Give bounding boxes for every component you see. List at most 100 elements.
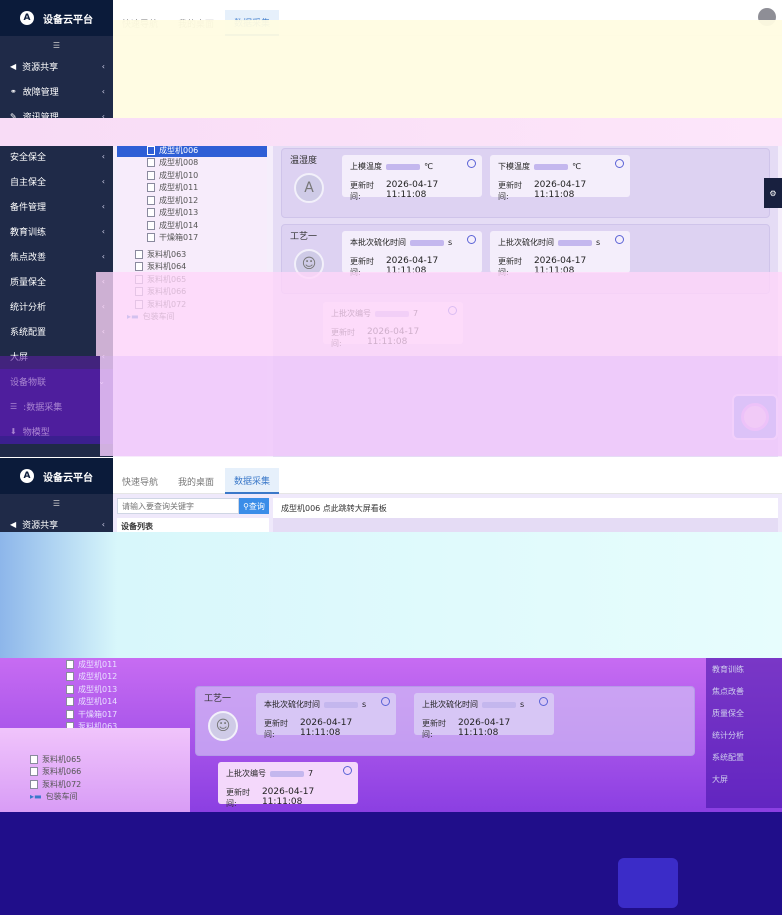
clock-icon	[539, 697, 548, 706]
sidebar-item-fault-management[interactable]: ⚭ 故障管理 ‹	[0, 79, 113, 104]
sidebar-item-label: 故障管理	[10, 546, 47, 556]
tab-quick-nav[interactable]: 快速导航	[113, 468, 167, 494]
dock-item-config[interactable]: 系统配置	[706, 746, 782, 768]
tree-node[interactable]: 成型机010	[117, 169, 267, 182]
file-icon	[66, 709, 74, 719]
tree-folder[interactable]: ▸▬ 包装车间	[117, 311, 267, 324]
tab-my-desktop[interactable]: 我的桌面	[169, 10, 223, 36]
assistant-robot-icon[interactable]	[732, 394, 778, 440]
tree-node[interactable]: 干燥箱017	[66, 708, 117, 721]
clock-icon	[381, 697, 390, 706]
sidebar-item-label: 焦点改善	[10, 253, 47, 263]
sidebar-item-fault-management[interactable]: 故障管理 ‹	[0, 537, 113, 562]
dock-item-improvement[interactable]: 焦点改善	[706, 680, 782, 702]
sidebar-item-improvement[interactable]: 焦点改善 ‹	[0, 244, 113, 269]
file-icon	[147, 208, 155, 218]
sidebar-item-label: 教育训练	[10, 228, 47, 238]
chevron-left-icon: ‹	[101, 327, 105, 336]
tab-my-desktop[interactable]: 我的桌面	[169, 468, 223, 494]
tree-node[interactable]: 泵料机065	[30, 753, 81, 766]
tree-node[interactable]: 泵料机066	[117, 286, 267, 299]
clock-icon	[615, 235, 624, 244]
sidebar-item-spare-parts[interactable]: 备件管理 ‹	[0, 194, 113, 219]
tree-node[interactable]: 成型机014	[66, 696, 117, 709]
dock-item-bigscreen[interactable]: 大屏	[706, 768, 782, 790]
tab-data-collection[interactable]: 数据采集	[225, 10, 280, 36]
card-lower-temp: 下模温度 ℃ 更新时间: 2026-04-17 11:11:08	[490, 155, 630, 201]
user-avatar[interactable]	[758, 8, 776, 26]
settings-float-button[interactable]: ⚙	[764, 178, 782, 208]
file-icon	[147, 145, 155, 155]
dock-item-statistics[interactable]: 统计分析	[706, 724, 782, 746]
brand[interactable]: A 设备云平台	[0, 0, 113, 36]
tree-node[interactable]: 成型机008	[117, 157, 267, 170]
tree-node[interactable]: 泵料机063	[66, 721, 117, 734]
sidebar-item-label: 系统配置	[10, 328, 47, 338]
tree-node[interactable]: 泵料机065	[117, 273, 267, 286]
dock-item-quality[interactable]: 质量保全	[706, 702, 782, 724]
clock-icon	[467, 159, 476, 168]
tree-node[interactable]: 泵料机064	[117, 261, 267, 274]
tree-node[interactable]: 泵料机066	[30, 766, 81, 779]
menu-fold-icon[interactable]: ☰	[0, 36, 113, 54]
file-icon	[66, 734, 74, 744]
dock-item-training[interactable]: 教育训练	[706, 658, 782, 680]
sidebar-item-config[interactable]: 系统配置 ‹	[0, 319, 113, 344]
sidebar-item-resource-share[interactable]: ◀ 资源共享 ‹	[0, 512, 113, 537]
tree-node[interactable]: 泵料机063	[117, 248, 267, 261]
sidebar-item-bigscreen[interactable]: 大屏 ‹	[0, 344, 113, 369]
file-icon	[66, 697, 74, 707]
top-bar: A 设备云平台 快速导航 我的桌面 数据采集	[0, 458, 782, 494]
sidebar-item-label: 资讯管理	[22, 113, 59, 123]
tree-node[interactable]: 成型机012	[66, 671, 117, 684]
sidebar-item-iot[interactable]: 设备物联 ⌄	[0, 369, 113, 394]
tree-node[interactable]: 干燥箱017	[117, 232, 267, 245]
tab-data-collection[interactable]: 数据采集	[225, 468, 280, 494]
card-cure-time: 本批次硫化时间 s 更新时间: 2026-04-17 11:11:08	[342, 231, 482, 277]
tree-node[interactable]: 成型机011	[66, 658, 117, 671]
tree-node[interactable]: 成型机006	[117, 144, 267, 157]
sidebar-subitem-thing-model[interactable]: ⬇ 物模型	[0, 419, 113, 444]
panel-header-link[interactable]: 成型机006 点此跳转大屏看板	[273, 498, 778, 518]
menu-fold-icon[interactable]: ☰	[0, 494, 113, 512]
tree-folder[interactable]: ▸▬ 包装车间	[30, 791, 81, 804]
sidebar-item-safety[interactable]: 安全保全 ‹	[0, 144, 113, 169]
file-icon	[30, 779, 38, 789]
brand-logo-icon: A	[20, 469, 34, 483]
sidebar-subitem-data-collection[interactable]: ☰ :数据采集	[0, 394, 113, 419]
tree-node[interactable]: 成型机013	[66, 683, 117, 696]
sidebar-item-training[interactable]: 教育训练 ‹	[0, 219, 113, 244]
tab-bar: 快速导航 我的桌面 数据采集	[113, 0, 281, 36]
tree-node[interactable]: 泵料机072	[30, 778, 81, 791]
brand-name: 设备云平台	[43, 472, 93, 484]
share-icon: ◀	[10, 62, 17, 71]
sidebar-item-info-management[interactable]: ✎ 资讯管理 ‹	[0, 104, 113, 129]
device-tree: 成型机006 成型机008 成型机010 成型机011 成型机012 成型机01…	[117, 144, 267, 457]
brand[interactable]: A 设备云平台	[0, 458, 113, 494]
clock-icon	[343, 766, 352, 775]
sidebar-item-label: :数据采集	[23, 403, 63, 413]
file-icon	[135, 262, 143, 272]
chevron-down-icon: ⌄	[98, 377, 105, 386]
sidebar-item-resource-share[interactable]: ◀ 资源共享 ‹	[0, 54, 113, 79]
clock-icon	[615, 159, 624, 168]
tree-node[interactable]: 成型机012	[117, 194, 267, 207]
main-content: 成型机006 成型机008 成型机010 成型机011 成型机012 成型机01…	[113, 36, 782, 457]
tree-node[interactable]: 泵料机064	[66, 733, 117, 746]
file-icon	[66, 659, 74, 669]
tree-node[interactable]: 成型机011	[117, 182, 267, 195]
tab-quick-nav[interactable]: 快速导航	[113, 10, 167, 36]
tree-node[interactable]: 成型机013	[117, 207, 267, 220]
chevron-left-icon: ‹	[101, 202, 105, 211]
search-input[interactable]	[117, 498, 239, 514]
sidebar-item-autonomous[interactable]: 自主保全 ‹	[0, 169, 113, 194]
tree-node[interactable]: 成型机014	[117, 219, 267, 232]
tree-node[interactable]: 泵料机072	[117, 298, 267, 311]
search-button[interactable]: ⚲ 查询	[239, 498, 269, 514]
file-icon	[147, 158, 155, 168]
search-row: ⚲查询	[117, 498, 269, 514]
sidebar-item-statistics[interactable]: 统计分析 ‹	[0, 294, 113, 319]
sidebar-item-label: 质量保全	[10, 278, 47, 288]
sidebar-item-quality[interactable]: 质量保全 ‹	[0, 269, 113, 294]
tree-title: 设备列表	[117, 518, 269, 535]
